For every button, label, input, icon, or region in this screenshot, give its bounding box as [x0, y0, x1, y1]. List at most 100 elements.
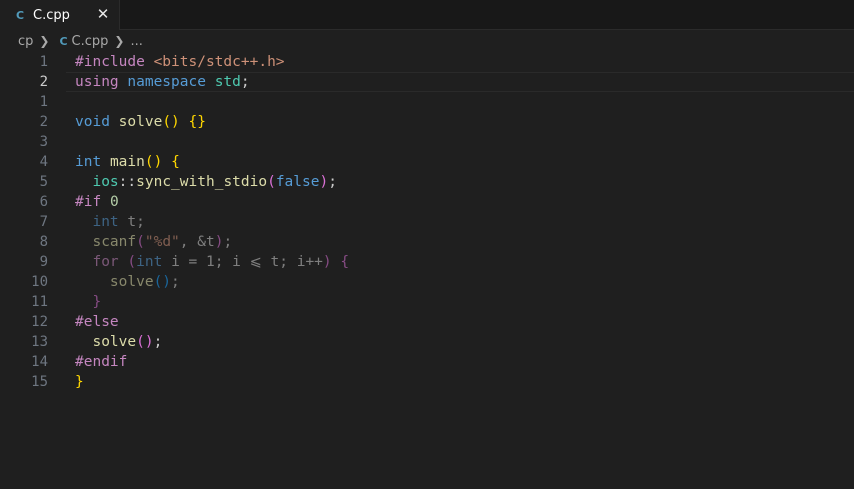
code-text: void solve() {}: [75, 114, 206, 130]
code-text: #else: [75, 314, 119, 330]
line-number: 1: [39, 54, 48, 70]
line-number: 8: [39, 234, 48, 250]
code-token: void: [75, 114, 110, 130]
code-token: {: [340, 254, 350, 270]
code-token: #if: [75, 194, 102, 210]
code-token: , &t: [179, 234, 215, 250]
code-line[interactable]: 15}: [0, 372, 854, 392]
code-token: 0: [109, 194, 119, 210]
code-token: "%d": [144, 234, 180, 250]
line-number: 6: [39, 194, 48, 210]
breadcrumb-more[interactable]: ...: [130, 34, 142, 49]
line-number: 5: [39, 174, 48, 190]
line-number: 9: [39, 254, 48, 270]
line-number: 2: [39, 74, 48, 90]
code-token: false: [275, 174, 320, 190]
code-text: #if 0: [75, 194, 119, 210]
code-token: sync_with_stdio: [136, 174, 268, 190]
code-line[interactable]: 10 solve();: [0, 272, 854, 292]
code-line[interactable]: 12 #else: [0, 312, 854, 332]
close-icon[interactable]: ✕: [93, 4, 113, 24]
tab-c-cpp[interactable]: C C.cpp ✕: [0, 0, 120, 30]
code-line[interactable]: 2 using namespace std;: [0, 72, 854, 92]
code-line[interactable]: 1 #include <bits/stdc++.h>: [0, 52, 854, 72]
breadcrumb-file[interactable]: C.cpp: [72, 34, 109, 49]
code-token: (: [267, 174, 276, 190]
cpp-file-icon: C: [59, 34, 68, 48]
code-token: solve: [118, 114, 163, 130]
code-line[interactable]: 5 ios::sync_with_stdio(false);: [0, 172, 854, 192]
code-token: solve: [109, 274, 154, 290]
cpp-file-icon: C: [16, 8, 25, 22]
line-number: 2: [39, 114, 48, 130]
code-line[interactable]: 8 scanf("%d", &t);: [0, 232, 854, 252]
breadcrumb: cp ❯ C C.cpp ❯ ...: [0, 30, 854, 52]
code-token: int: [136, 254, 163, 270]
code-line[interactable]: 13 solve();: [0, 332, 854, 352]
code-token: ;: [328, 174, 337, 190]
code-editor[interactable]: 1 #include <bits/stdc++.h> 2 using namespac…: [0, 52, 854, 392]
code-text: #endif: [75, 354, 127, 370]
line-number: 15: [31, 374, 48, 390]
code-line[interactable]: 7 int t;: [0, 212, 854, 232]
line-number: 4: [39, 154, 48, 170]
code-token: for: [92, 254, 119, 270]
code-text: int t;: [75, 214, 145, 230]
code-token: ::: [118, 174, 137, 190]
code-text: #include <bits/stdc++.h>: [75, 54, 285, 70]
code-text: using namespace std;: [75, 74, 250, 90]
code-token: ;: [171, 274, 180, 290]
code-token: using: [75, 74, 119, 90]
code-line[interactable]: 14 #endif: [0, 352, 854, 372]
code-text: solve();: [75, 334, 162, 350]
code-token: (: [136, 234, 145, 250]
code-token: #else: [75, 314, 119, 330]
chevron-right-icon: ❯: [114, 34, 125, 48]
code-line[interactable]: 11 }: [0, 292, 854, 312]
code-text: }: [75, 294, 101, 310]
code-token: #endif: [75, 354, 128, 370]
code-token: ): [322, 254, 332, 270]
line-number: 10: [31, 274, 48, 290]
code-token: {: [171, 154, 180, 170]
code-line[interactable]: 9 for (int i = 1; i ⩽ t; i++) {: [0, 252, 854, 272]
tab-label: C.cpp: [33, 7, 70, 23]
line-number: 3: [39, 134, 48, 150]
code-line[interactable]: 6 #if 0: [0, 192, 854, 212]
code-token: ): [319, 174, 329, 190]
code-token: std: [214, 74, 241, 90]
code-text: solve();: [75, 274, 180, 290]
code-token: ios: [92, 174, 119, 190]
code-token: solve: [92, 334, 137, 350]
breadcrumb-folder[interactable]: cp: [18, 34, 33, 49]
code-token: scanf: [92, 234, 137, 250]
code-token: #include: [75, 54, 145, 70]
code-token: t;: [118, 214, 145, 230]
line-number: 12: [31, 314, 48, 330]
code-token: (): [162, 114, 180, 130]
code-line[interactable]: 2 void solve() {}: [0, 112, 854, 132]
code-text: for (int i = 1; i ⩽ t; i++) {: [75, 254, 349, 270]
code-text: int main() {: [75, 154, 180, 170]
code-text: scanf("%d", &t);: [75, 234, 232, 250]
code-line[interactable]: 3: [0, 132, 854, 152]
line-number: 11: [31, 294, 48, 310]
code-line[interactable]: 1: [0, 92, 854, 112]
chevron-right-icon: ❯: [39, 34, 50, 48]
code-line[interactable]: 4 int main() {: [0, 152, 854, 172]
code-token: i = 1; i ⩽ t; i++: [162, 254, 323, 270]
code-token: (): [153, 274, 172, 290]
